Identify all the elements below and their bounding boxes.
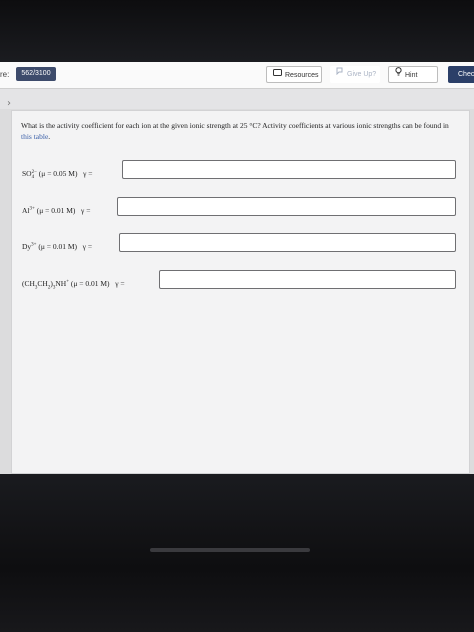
ion-label-triethylammonium: (CH3CH2)3NH+ (μ = 0.01 M) γ = [22, 279, 125, 291]
aluminum-activity-input[interactable] [117, 197, 456, 216]
check-answer-button[interactable]: Chec [448, 66, 474, 83]
flag-icon [336, 65, 344, 82]
triethylammonium-activity-input[interactable] [159, 270, 456, 289]
hint-button[interactable]: Hint [388, 66, 438, 83]
give-up-button[interactable]: Give Up? [330, 66, 380, 83]
lightbulb-icon [395, 66, 402, 83]
question-end: . [48, 132, 51, 141]
chevron-right-icon[interactable]: › [7, 98, 11, 109]
ion-label-dysprosium: Dy3+ (μ = 0.01 M) γ = [22, 242, 93, 251]
table-link[interactable]: this table [21, 132, 48, 141]
ion-label-aluminum: Al3+ (μ = 0.01 M) γ = [22, 206, 91, 215]
give-up-label: Give Up? [347, 71, 377, 78]
resources-label: Resources [285, 72, 319, 79]
question-text: What is the activity coefficient for eac… [21, 120, 461, 142]
monitor-bezel-bottom [0, 474, 474, 632]
bezel-reflection [150, 548, 310, 552]
question-panel: What is the activity coefficient for eac… [11, 110, 470, 474]
folder-icon [273, 66, 282, 83]
ion-label-sulfate: SO2− 4 (μ = 0.05 M) γ = [22, 169, 93, 180]
question-nav-bar [0, 89, 474, 109]
score-badge: 562/3100 [16, 67, 56, 81]
screen: re: 562/3100 Resources Give Up? Hint Che… [0, 62, 474, 474]
dysprosium-activity-input[interactable] [119, 233, 456, 252]
monitor-bezel-top [0, 0, 474, 62]
toolbar: re: 562/3100 Resources Give Up? Hint Che… [0, 62, 474, 89]
question-body: What is the activity coefficient for eac… [21, 121, 449, 130]
sulfate-activity-input[interactable] [122, 160, 456, 179]
resources-button[interactable]: Resources [266, 66, 322, 83]
hint-label: Hint [405, 72, 418, 79]
score-label: re: [0, 70, 10, 79]
